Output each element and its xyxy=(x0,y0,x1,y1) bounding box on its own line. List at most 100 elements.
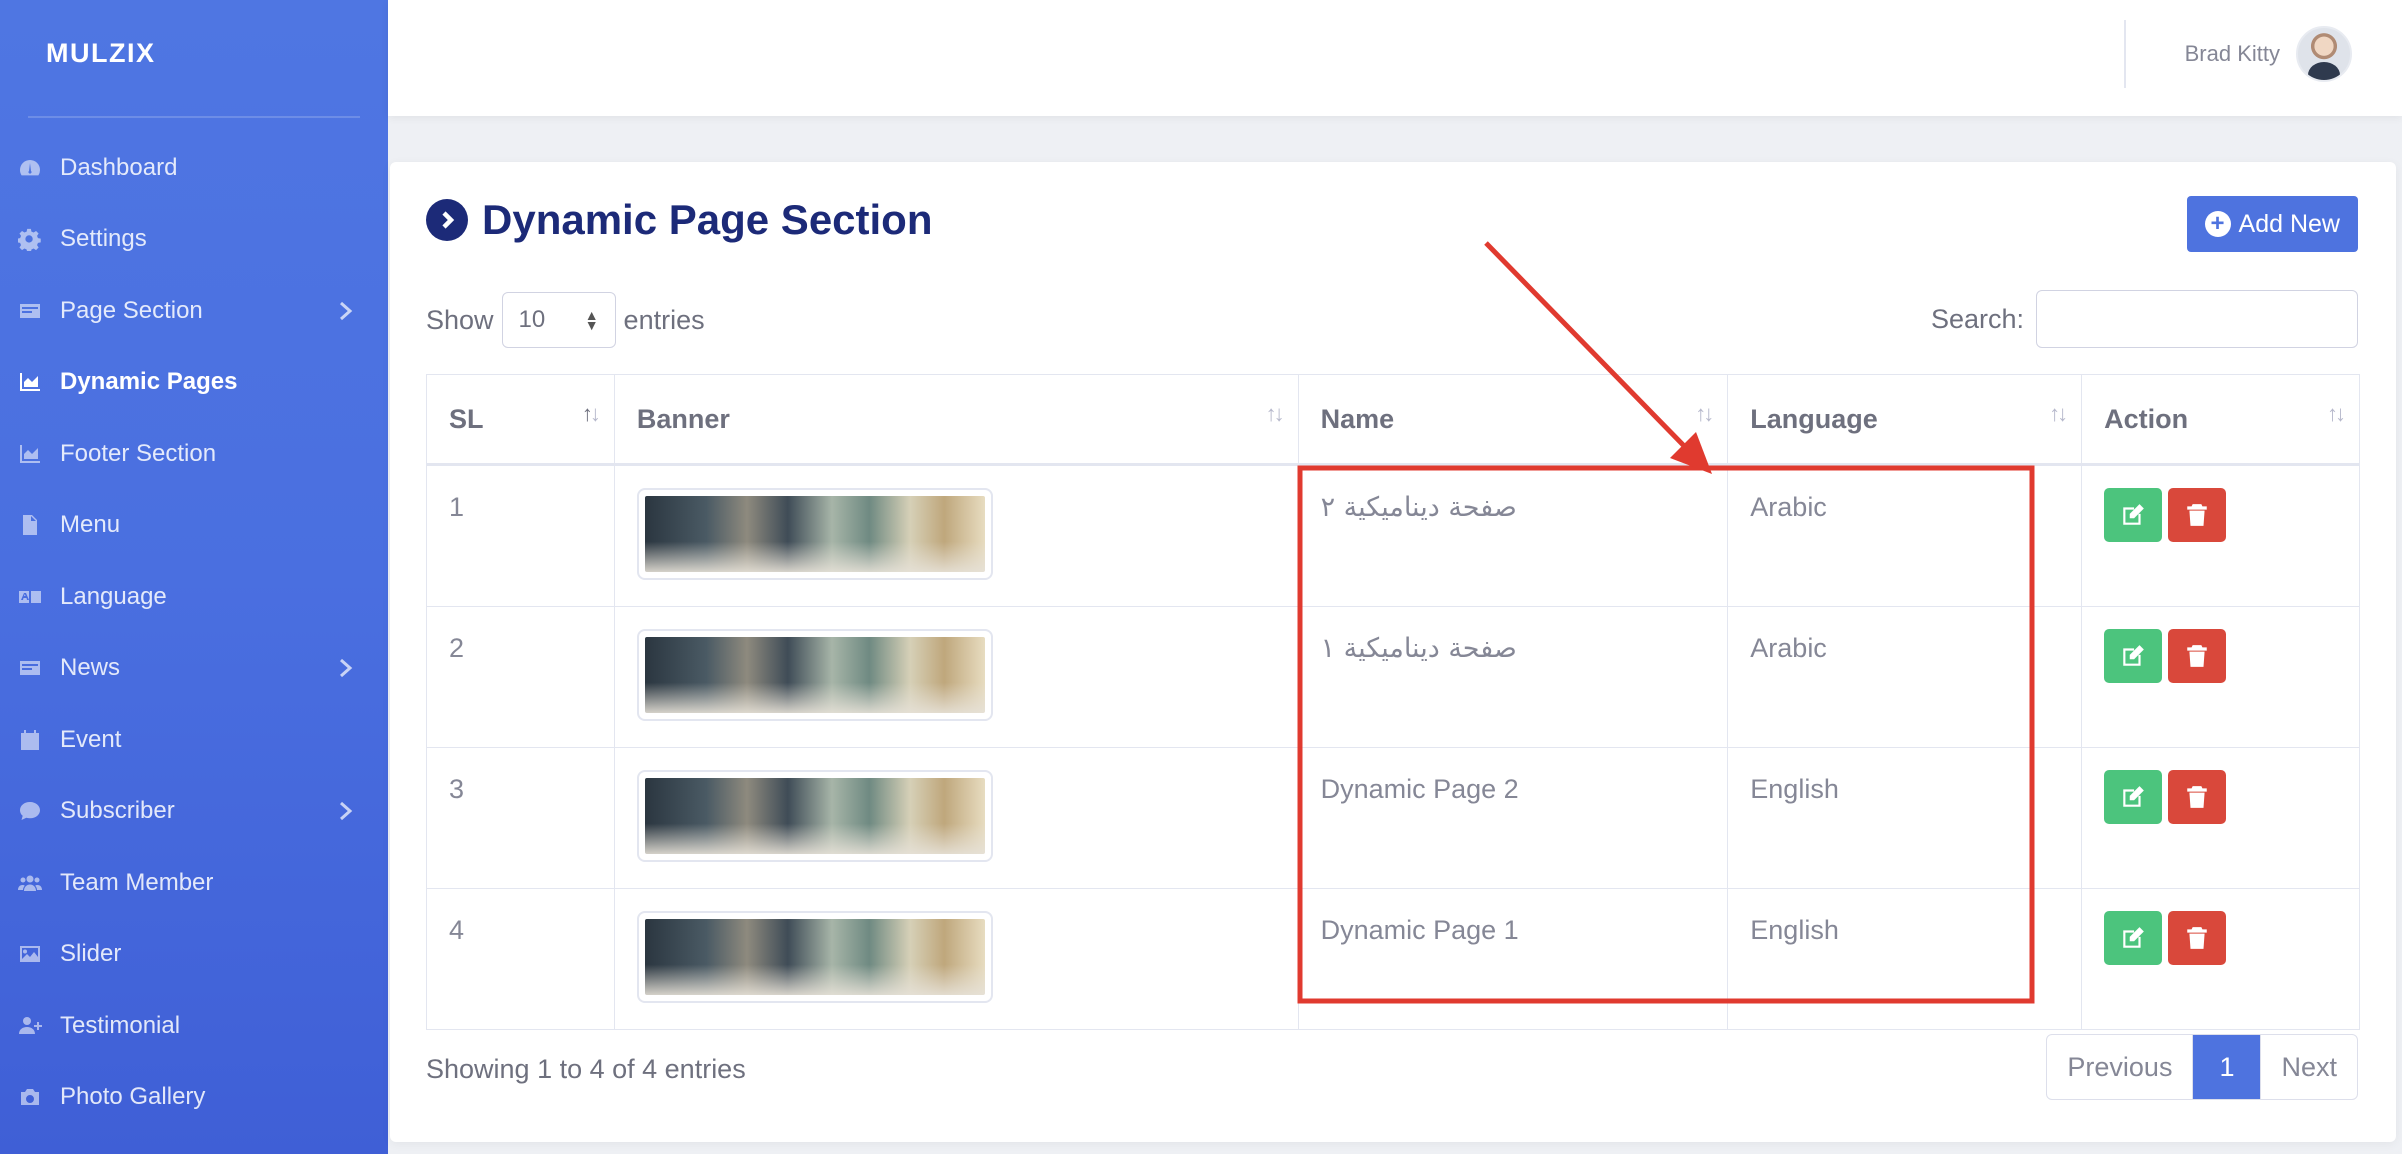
entries-select[interactable]: 10 ▲ ▼ xyxy=(501,292,616,348)
cell-action xyxy=(2081,606,2360,748)
cell-action xyxy=(2081,464,2360,607)
column-header-action[interactable]: Action ↑↓ xyxy=(2081,374,2360,466)
banner-image xyxy=(644,919,985,995)
sidebar: MULZIX Dashboard Settings Page Section Dyna… xyxy=(0,0,388,1154)
pagination-previous[interactable]: Previous xyxy=(2047,1035,2194,1099)
sort-icon: ↑↓ xyxy=(1265,401,1285,426)
page-name: صفحة ديناميكية ١ xyxy=(1320,633,1517,664)
cell-action xyxy=(2081,888,2360,1030)
page-title: Dynamic Page Section xyxy=(426,196,933,244)
column-header-banner[interactable]: Banner ↑↓ xyxy=(613,374,1299,466)
cell-sl: 2 xyxy=(426,606,615,748)
add-new-button[interactable]: + Add New xyxy=(2186,196,2358,252)
page-language: Arabic xyxy=(1750,633,1827,663)
sidebar-item-photo-gallery[interactable]: Photo Gallery xyxy=(0,1062,388,1134)
sort-icon: ↑↓ xyxy=(1695,401,1714,426)
pagination: Previous 1 Next xyxy=(2046,1034,2358,1100)
cell-banner xyxy=(613,888,1299,1030)
cell-sl: 3 xyxy=(426,747,615,889)
pagination-next[interactable]: Next xyxy=(2261,1035,2357,1099)
edit-button[interactable] xyxy=(2104,770,2163,824)
topbar-divider xyxy=(2124,20,2126,88)
sidebar-item-slider[interactable]: Slider xyxy=(0,919,388,991)
edit-button[interactable] xyxy=(2104,629,2163,683)
sidebar-item-label: Testimonial xyxy=(60,1011,181,1039)
page-language: Arabic xyxy=(1750,492,1827,522)
user-plus-icon xyxy=(16,1012,44,1040)
entries-select-value: 10 xyxy=(518,306,546,333)
image-icon xyxy=(16,940,44,968)
user-menu[interactable]: Brad Kitty xyxy=(2185,26,2352,82)
banner-image xyxy=(644,637,985,713)
calendar-icon xyxy=(16,726,44,754)
edit-button[interactable] xyxy=(2104,488,2163,542)
pages-table: SL ↑↓ Banner ↑↓ Name ↑↓ Language ↑↓ Action ↑↓… xyxy=(426,374,2360,1030)
table-row: 4 Dynamic Page 1 English xyxy=(426,888,2360,1030)
pagination-page-1[interactable]: 1 xyxy=(2193,1035,2262,1099)
delete-button[interactable] xyxy=(2168,629,2227,683)
edit-button[interactable] xyxy=(2104,911,2163,965)
page-language: English xyxy=(1750,774,1839,804)
sidebar-item-settings[interactable]: Settings xyxy=(0,204,388,276)
sidebar-item-menu[interactable]: Menu xyxy=(0,490,388,562)
delete-button[interactable] xyxy=(2168,770,2227,824)
column-header-sl[interactable]: SL ↑↓ xyxy=(426,374,615,466)
chevron-right-icon xyxy=(338,800,354,822)
sidebar-item-language[interactable]: Language xyxy=(0,561,388,633)
delete-button[interactable] xyxy=(2168,911,2227,965)
sidebar-item-label: Dynamic Pages xyxy=(60,368,238,396)
section-icon xyxy=(16,654,44,682)
search-input[interactable] xyxy=(2036,290,2358,348)
brand-logo[interactable]: MULZIX xyxy=(0,0,388,106)
users-icon xyxy=(16,869,44,897)
sidebar-item-subscriber[interactable]: Subscriber xyxy=(0,776,388,848)
sidebar-item-label: Footer Section xyxy=(60,439,217,467)
banner-image xyxy=(644,496,985,572)
page-name: صفحة ديناميكية ٢ xyxy=(1320,492,1517,523)
table-header-row: SL ↑↓ Banner ↑↓ Name ↑↓ Language ↑↓ Action ↑↓ xyxy=(426,374,2360,466)
chart-area-icon xyxy=(16,440,44,468)
cell-sl: 4 xyxy=(426,888,615,1030)
column-header-language[interactable]: Language ↑↓ xyxy=(1727,374,2083,466)
cell-language: Arabic xyxy=(1727,606,2083,748)
page-name: Dynamic Page 1 xyxy=(1320,915,1519,945)
banner-thumbnail xyxy=(636,488,993,580)
dashboard-icon xyxy=(16,154,44,182)
column-header-name[interactable]: Name ↑↓ xyxy=(1297,374,1729,466)
cell-language: English xyxy=(1727,888,2083,1030)
sidebar-item-news[interactable]: News xyxy=(0,633,388,705)
avatar[interactable] xyxy=(2296,26,2352,82)
sidebar-item-label: Photo Gallery xyxy=(60,1083,206,1111)
sort-icon: ↑↓ xyxy=(581,401,601,426)
sidebar-item-team-member[interactable]: Team Member xyxy=(0,847,388,919)
sidebar-item-dynamic-pages[interactable]: Dynamic Pages xyxy=(0,347,388,419)
table-info: Showing 1 to 4 of 4 entries xyxy=(426,1054,746,1084)
cell-sl: 1 xyxy=(426,464,615,607)
cell-name: صفحة ديناميكية ٢ xyxy=(1297,464,1729,607)
sidebar-item-testimonial[interactable]: Testimonial xyxy=(0,990,388,1062)
user-name: Brad Kitty xyxy=(2184,41,2280,66)
edit-icon xyxy=(2123,927,2144,948)
table-body: 1 صفحة ديناميكية ٢ Arabic 2 صفحة ديناميكية ١… xyxy=(426,464,2360,1030)
chart-area-icon xyxy=(16,368,44,396)
sidebar-item-page-section[interactable]: Page Section xyxy=(0,275,388,347)
cell-name: Dynamic Page 2 xyxy=(1297,747,1729,889)
sidebar-item-dashboard[interactable]: Dashboard xyxy=(0,132,388,204)
table-row: 3 Dynamic Page 2 English xyxy=(426,747,2360,889)
trash-icon xyxy=(2187,504,2207,526)
sidebar-item-event[interactable]: Event xyxy=(0,704,388,776)
sidebar-item-label: News xyxy=(60,654,121,682)
edit-icon xyxy=(2123,786,2144,807)
table-row: 2 صفحة ديناميكية ١ Arabic xyxy=(426,606,2360,748)
chevron-right-icon xyxy=(338,657,354,679)
banner-thumbnail xyxy=(636,911,993,1003)
comment-icon xyxy=(16,797,44,825)
plus-circle-icon: + xyxy=(2204,211,2231,237)
sidebar-item-footer-section[interactable]: Footer Section xyxy=(0,418,388,490)
search-label: Search: xyxy=(1930,303,2024,334)
sidebar-item-pricing-table[interactable]: Pricing Table xyxy=(0,1133,388,1154)
delete-button[interactable] xyxy=(2168,488,2227,542)
banner-thumbnail xyxy=(636,629,993,721)
cell-banner xyxy=(613,464,1299,607)
entries-label: entries xyxy=(623,304,705,335)
